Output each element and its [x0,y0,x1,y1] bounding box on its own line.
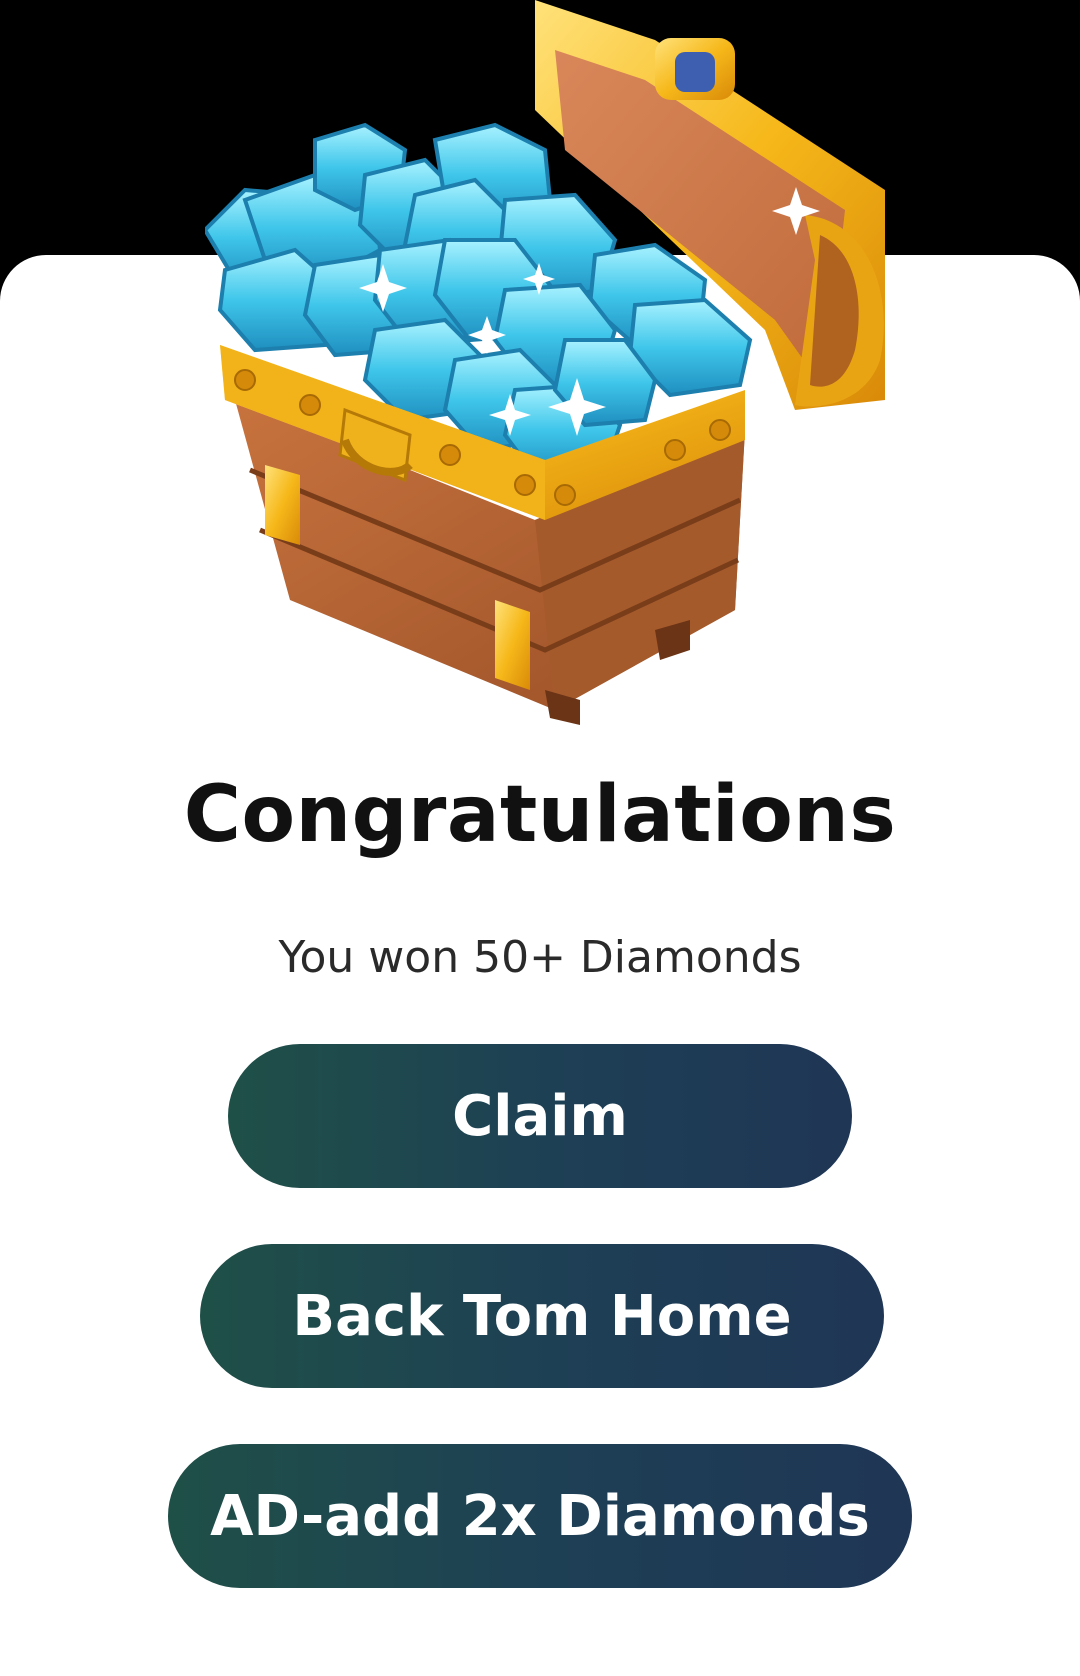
back-home-button[interactable]: Back Tom Home [200,1244,884,1388]
congratulations-title: Congratulations [183,770,897,860]
reward-subtitle: You won 50+ Diamonds [278,932,802,983]
reward-screen: Congratulations You won 50+ Diamonds Cla… [0,0,1080,1676]
claim-button[interactable]: Claim [228,1044,852,1188]
ad-double-diamonds-button[interactable]: AD-add 2x Diamonds [168,1444,912,1588]
treasure-chest-diamonds-icon [205,0,885,725]
claim-button-label: Claim [452,1083,628,1149]
ad-double-diamonds-button-label: AD-add 2x Diamonds [210,1483,870,1549]
back-home-button-label: Back Tom Home [292,1283,792,1349]
